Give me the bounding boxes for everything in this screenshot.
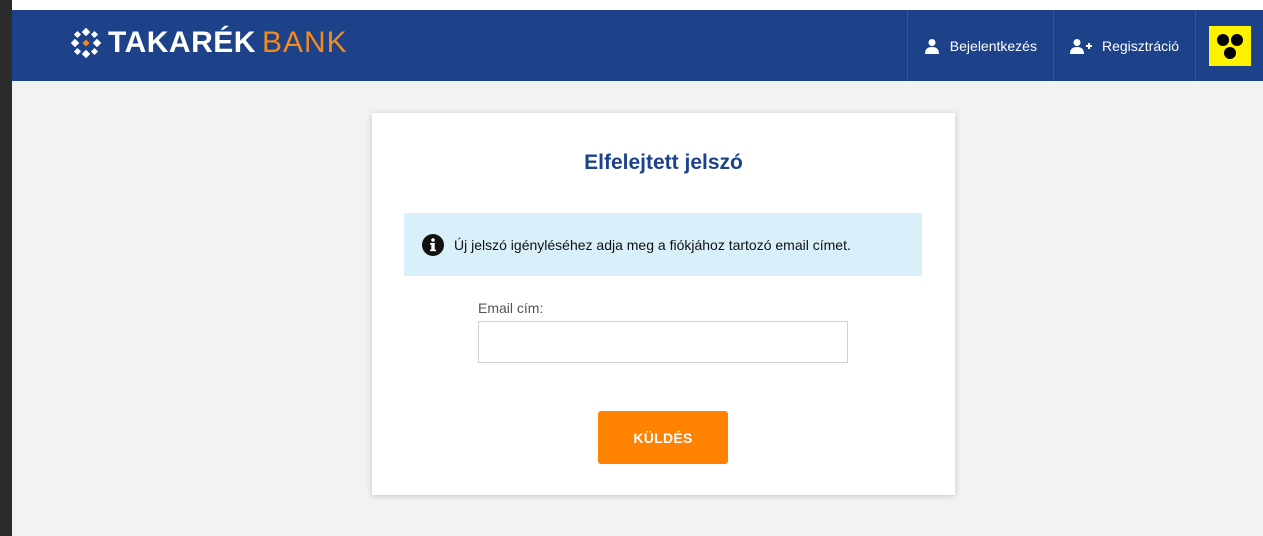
email-field[interactable] <box>478 321 848 363</box>
window-top-edge <box>0 0 1263 10</box>
email-label: Email cím: <box>478 300 544 316</box>
logo-text-takarek: TAKARÉK <box>108 26 256 59</box>
login-link[interactable]: Bejelentkezés <box>906 10 1053 81</box>
page-title: Elfelejtett jelszó <box>584 151 743 174</box>
accessibility-toggle[interactable] <box>1195 10 1263 81</box>
logo-mark-icon <box>70 27 102 59</box>
user-icon <box>924 38 939 54</box>
forgot-password-card: Elfelejtett jelszó Új jelszó igényléséhe… <box>372 113 955 495</box>
info-message: Új jelszó igényléséhez adja meg a fiókjá… <box>404 213 922 276</box>
takarekbank-logo[interactable]: TAKARÉK BANK <box>70 26 348 60</box>
user-plus-icon <box>1069 38 1092 54</box>
header-nav: Bejelentkezés Regisztráció <box>906 10 1263 81</box>
info-text: Új jelszó igényléséhez adja meg a fiókjá… <box>454 236 851 253</box>
register-link[interactable]: Regisztráció <box>1052 10 1195 81</box>
logo-text-bank: BANK <box>261 26 348 59</box>
low-vision-icon <box>1208 25 1251 66</box>
window-left-edge <box>0 0 12 536</box>
register-label: Regisztráció <box>1101 37 1179 54</box>
top-navbar: TAKARÉK BANK Bejelentkezés Regisztráció <box>12 10 1263 81</box>
submit-button[interactable]: KÜLDÉS <box>598 411 728 464</box>
info-icon <box>422 233 444 256</box>
login-label: Bejelentkezés <box>949 37 1037 54</box>
